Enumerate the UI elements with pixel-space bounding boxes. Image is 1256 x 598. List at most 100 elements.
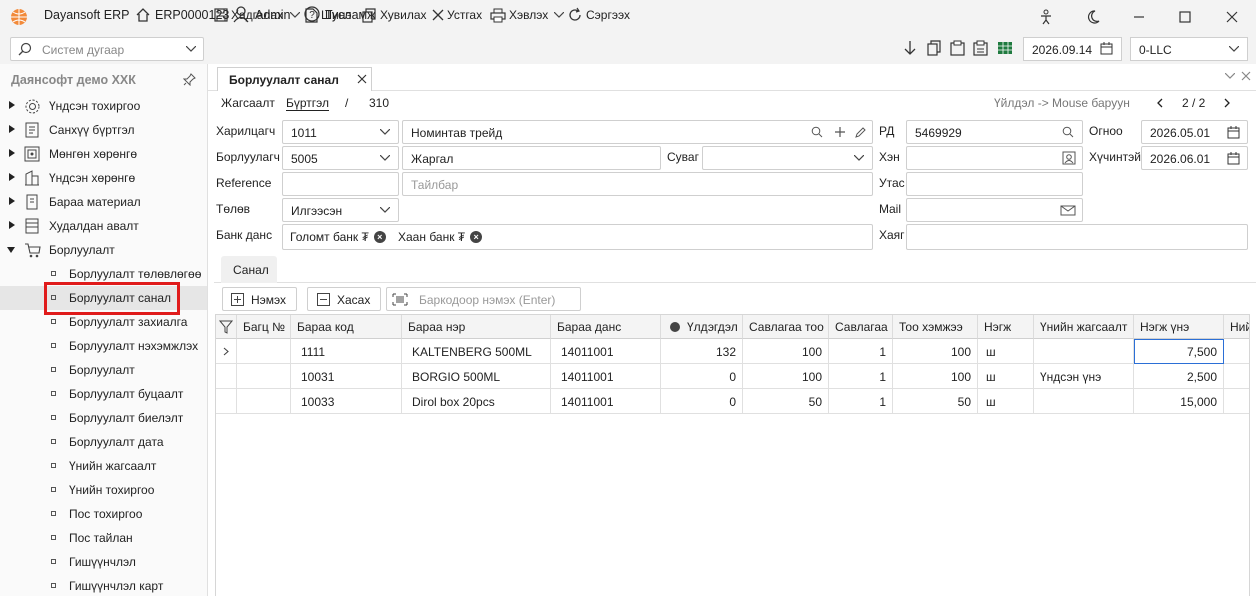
barcode-input[interactable]: Баркодоор нэмэх (Enter) — [386, 287, 581, 311]
cell-pack-qty[interactable]: 100 — [743, 364, 829, 389]
next-record-icon[interactable] — [1224, 98, 1231, 108]
chevron-down-icon[interactable] — [1225, 73, 1235, 79]
cell-stock[interactable]: 0 — [661, 389, 743, 414]
dark-mode-icon[interactable] — [1078, 5, 1108, 29]
seller-name-field[interactable]: Жаргал — [402, 146, 661, 170]
description-field[interactable]: Тайлбар — [402, 172, 873, 196]
who-field[interactable] — [906, 146, 1083, 170]
cell-total[interactable] — [1224, 364, 1249, 389]
cell-item-name[interactable]: Dirol box 20pcs — [402, 389, 551, 414]
sidebar-subitem-price-list[interactable]: Үнийн жагсаалт — [0, 454, 207, 478]
cell-unit[interactable]: ш — [978, 339, 1034, 364]
address-field[interactable] — [906, 224, 1248, 250]
sidebar-subitem-sales-invoice[interactable]: Борлуулалт нэхэмжлэх — [0, 334, 207, 358]
work-date-field[interactable]: 2026.09.14 — [1023, 37, 1122, 61]
add-icon[interactable] — [834, 126, 846, 138]
cell-item-code[interactable]: 10031 — [291, 364, 402, 389]
header-item-name[interactable]: Бараа нэр — [402, 315, 551, 339]
header-item-code[interactable]: Бараа код — [291, 315, 402, 339]
customer-code-select[interactable]: 1011 — [282, 120, 399, 144]
pin-icon[interactable] — [183, 73, 196, 86]
row-indicator[interactable] — [216, 389, 237, 414]
tab-quote-items[interactable]: Санал — [221, 256, 277, 283]
search-icon[interactable] — [1062, 126, 1074, 138]
expand-arrow-icon[interactable] — [9, 221, 15, 229]
branch-select[interactable] — [702, 146, 873, 170]
delete-button[interactable]: Устгах — [432, 5, 482, 25]
cell-batch[interactable] — [237, 339, 291, 364]
close-window-icon[interactable] — [1217, 5, 1247, 29]
mail-field[interactable] — [906, 198, 1083, 222]
bank-chip-khan[interactable]: Хаан банк ₮ × — [398, 230, 483, 244]
cell-pack[interactable]: 1 — [829, 339, 893, 364]
tab-sales-quote[interactable]: Борлуулалт санал — [217, 67, 372, 91]
cell-unit-price[interactable]: 15,000 — [1134, 389, 1224, 414]
filter-header[interactable] — [216, 315, 237, 339]
breadcrumb-list[interactable]: Жагсаалт — [221, 96, 275, 110]
home-icon[interactable] — [135, 7, 151, 23]
expand-arrow-icon[interactable] — [9, 149, 15, 157]
header-price-list[interactable]: Үнийн жагсаалт — [1034, 315, 1134, 339]
cell-batch[interactable] — [237, 389, 291, 414]
cell-unit[interactable]: ш — [978, 389, 1034, 414]
cell-item-code[interactable]: 10033 — [291, 389, 402, 414]
sidebar-subitem-sales-return[interactable]: Борлуулалт буцаалт — [0, 382, 207, 406]
cell-item-account[interactable]: 14011001 — [551, 364, 661, 389]
status-select[interactable]: Илгээсэн — [282, 198, 399, 222]
row-indicator[interactable] — [216, 339, 237, 364]
edit-icon[interactable] — [855, 126, 867, 138]
system-number-search[interactable]: Систем дугаар — [10, 37, 204, 61]
search-icon[interactable] — [811, 126, 823, 138]
header-pack-qty[interactable]: Савлагаа тоо — [743, 315, 829, 339]
sidebar-subitem-membership[interactable]: Гишүүнчлэл — [0, 550, 207, 574]
close-tab-icon[interactable] — [357, 74, 367, 84]
sidebar-item-cash[interactable]: Мөнгөн хөрөнгө — [0, 142, 207, 166]
cell-qty[interactable]: 100 — [893, 364, 978, 389]
header-total[interactable]: Нийт — [1224, 315, 1249, 339]
cell-item-name[interactable]: BORGIO 500ML — [402, 364, 551, 389]
bank-chip-golomt[interactable]: Голомт банк ₮ × — [290, 230, 386, 244]
sidebar-item-fixed-assets[interactable]: Үндсэн хөрөнгө — [0, 166, 207, 190]
remove-chip-icon[interactable]: × — [470, 231, 483, 243]
row-indicator[interactable] — [216, 364, 237, 389]
cell-item-account[interactable]: 14011001 — [551, 389, 661, 414]
expand-arrow-icon[interactable] — [9, 197, 15, 205]
expand-arrow-icon[interactable] — [9, 125, 15, 133]
cell-pack[interactable]: 1 — [829, 364, 893, 389]
header-batch[interactable]: Багц № — [237, 315, 291, 339]
header-unit[interactable]: Нэгж — [978, 315, 1034, 339]
copy-button[interactable]: Хувилах — [362, 5, 427, 25]
bank-account-field[interactable]: Голомт банк ₮ × Хаан банк ₮ × — [282, 224, 873, 250]
calendar-icon[interactable] — [1100, 42, 1113, 55]
cell-qty[interactable]: 100 — [893, 339, 978, 364]
accessibility-icon[interactable] — [1031, 5, 1061, 29]
cell-price-list[interactable] — [1034, 339, 1134, 364]
download-icon[interactable] — [903, 40, 917, 57]
collapse-arrow-icon[interactable] — [7, 247, 15, 253]
calendar-icon[interactable] — [1227, 152, 1240, 165]
minimize-icon[interactable] — [1124, 5, 1154, 29]
cell-price-list[interactable]: Үндсэн үнэ — [1034, 364, 1134, 389]
refresh-button[interactable]: Сэргээх — [567, 5, 630, 25]
header-item-account[interactable]: Бараа данс — [551, 315, 661, 339]
header-pack[interactable]: Савлагаа — [829, 315, 893, 339]
rd-field[interactable]: 5469929 — [906, 120, 1083, 144]
paste-icon[interactable] — [950, 40, 965, 56]
sidebar-subitem-pos-report[interactable]: Пос тайлан — [0, 526, 207, 550]
cell-stock[interactable]: 0 — [661, 364, 743, 389]
cell-pack[interactable]: 1 — [829, 389, 893, 414]
expand-arrow-icon[interactable] — [9, 101, 15, 109]
filter-icon[interactable] — [219, 320, 233, 334]
prev-record-icon[interactable] — [1156, 98, 1163, 108]
contact-card-icon[interactable] — [1062, 151, 1076, 165]
sidebar-subitem-sales-data[interactable]: Борлуулалт дата — [0, 430, 207, 454]
sidebar-subitem-sales[interactable]: Борлуулалт — [0, 358, 207, 382]
save-button[interactable]: Хадгалах — [214, 5, 301, 25]
sidebar-item-sales[interactable]: Борлуулалт — [0, 238, 207, 262]
breadcrumb-register[interactable]: Бүртгэл — [286, 96, 330, 111]
cell-item-code[interactable]: 1111 — [291, 339, 402, 364]
envelope-icon[interactable] — [1060, 205, 1076, 216]
add-row-button[interactable]: Нэмэх — [222, 287, 297, 311]
expand-arrow-icon[interactable] — [9, 173, 15, 181]
sidebar-subitem-price-settings[interactable]: Үнийн тохиргоо — [0, 478, 207, 502]
